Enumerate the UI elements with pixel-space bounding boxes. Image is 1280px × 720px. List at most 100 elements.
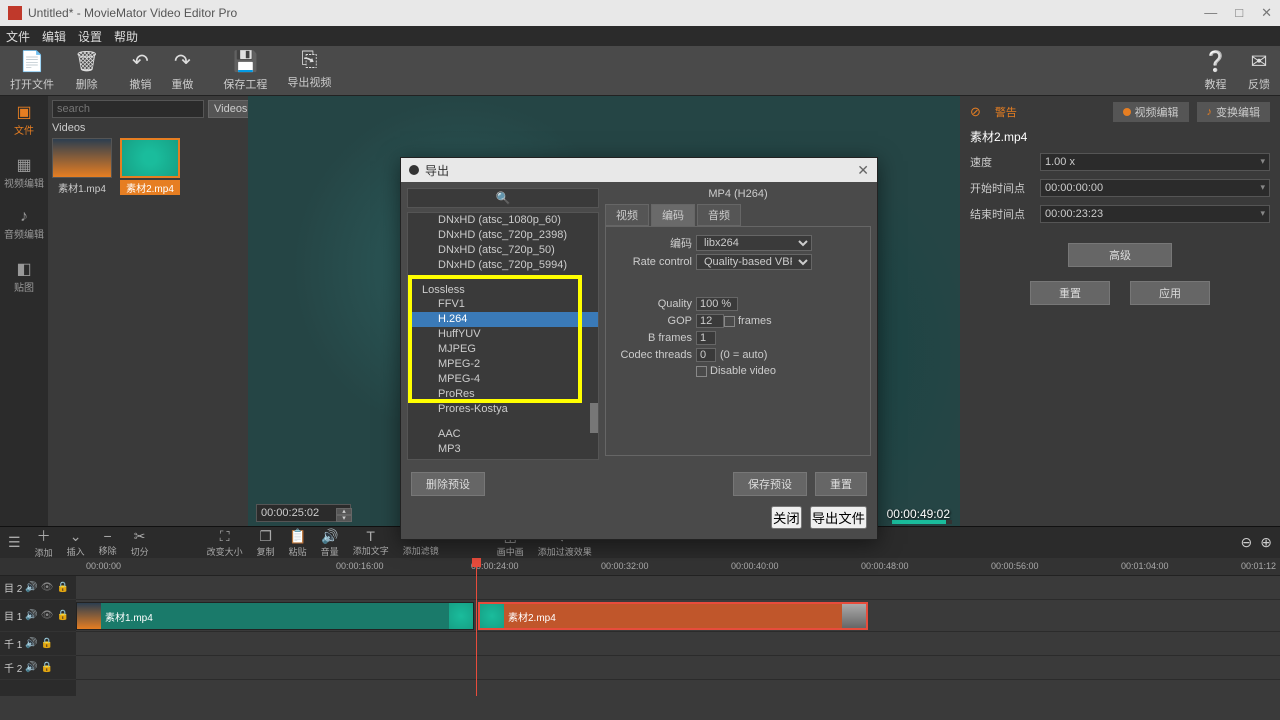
reset-button[interactable]: 重置 bbox=[1030, 281, 1110, 305]
track-v2[interactable] bbox=[76, 576, 1280, 600]
sidebar-tab-files[interactable]: ▣文件 bbox=[14, 102, 34, 137]
preset-item[interactable]: Ogg Vorbis bbox=[408, 457, 598, 460]
timecode-spinner[interactable]: ▴▾ bbox=[336, 508, 352, 522]
advanced-button[interactable]: 高级 bbox=[1068, 243, 1172, 267]
preset-item[interactable]: ProRes bbox=[408, 387, 598, 402]
minimize-button[interactable]: — bbox=[1204, 5, 1217, 21]
menu-edit[interactable]: 编辑 bbox=[42, 28, 66, 45]
maximize-button[interactable]: □ bbox=[1235, 5, 1243, 21]
speed-input[interactable]: 1.00 x bbox=[1040, 153, 1270, 171]
menu-settings[interactable]: 设置 bbox=[78, 28, 102, 45]
clip-2[interactable]: 素材2.mp4 bbox=[478, 602, 868, 630]
dialog-close-button[interactable]: ✕ bbox=[857, 162, 869, 179]
apply-button[interactable]: 应用 bbox=[1130, 281, 1210, 305]
threads-input[interactable] bbox=[696, 348, 716, 362]
preset-list[interactable]: DNxHD (atsc_1080p_60) DNxHD (atsc_720p_2… bbox=[407, 212, 599, 460]
timeline-ruler[interactable]: 00:00:00 00:00:16:00 00:00:24:00 00:00:3… bbox=[76, 558, 1280, 576]
props-tab-video[interactable]: 视频编辑 bbox=[1113, 102, 1189, 122]
timeline-split-button[interactable]: ✂切分 bbox=[131, 528, 149, 558]
dialog-close-button2[interactable]: 关闭 bbox=[771, 506, 802, 529]
sidebar-tab-audio[interactable]: ♪音频编辑 bbox=[4, 208, 44, 241]
gop-input[interactable] bbox=[696, 314, 724, 328]
track-a1[interactable] bbox=[76, 632, 1280, 656]
timeline-volume-button[interactable]: 🔊音量 bbox=[321, 528, 339, 558]
media-thumb-2[interactable]: 素材2.mp4 bbox=[120, 138, 180, 195]
menu-file[interactable]: 文件 bbox=[6, 28, 30, 45]
timeline-add-button[interactable]: ＋添加 bbox=[35, 526, 53, 559]
close-window-button[interactable]: ✕ bbox=[1261, 5, 1272, 21]
start-time-input[interactable]: 00:00:00:00 bbox=[1040, 179, 1270, 197]
preset-item[interactable]: MPEG-4 bbox=[408, 372, 598, 387]
preset-group-lossless[interactable]: Lossless bbox=[408, 283, 598, 297]
tutorial-button[interactable]: ❔教程 bbox=[1203, 49, 1228, 92]
timeline-menu-button[interactable]: ☰ bbox=[8, 534, 21, 551]
preset-item[interactable]: MPEG-2 bbox=[408, 357, 598, 372]
preset-item[interactable]: Prores-Kostya bbox=[408, 402, 598, 417]
redo-button[interactable]: ↷重做 bbox=[171, 49, 193, 92]
props-tab-params[interactable]: ♪变换编辑 bbox=[1197, 102, 1271, 122]
undo-button[interactable]: ↶撤销 bbox=[129, 49, 151, 92]
timeline-paste-button[interactable]: 📋粘贴 bbox=[289, 528, 307, 558]
bframes-input[interactable] bbox=[696, 331, 716, 345]
preset-item[interactable]: DNxHD (atsc_720p_2398) bbox=[408, 228, 598, 243]
clip-1[interactable]: 素材1.mp4 bbox=[76, 602, 474, 630]
preset-item[interactable]: MJPEG bbox=[408, 342, 598, 357]
preset-item[interactable]: MP3 bbox=[408, 442, 598, 457]
preset-item[interactable]: DNxHD (atsc_720p_5994) bbox=[408, 258, 598, 273]
track-a2[interactable] bbox=[76, 656, 1280, 680]
track-header-v1[interactable]: 目 1🔊👁🔒 bbox=[0, 600, 76, 632]
preset-search-input[interactable]: 🔍 bbox=[407, 188, 599, 208]
playhead[interactable] bbox=[476, 558, 477, 696]
feedback-button[interactable]: ✉反馈 bbox=[1248, 49, 1270, 92]
eye-icon: 👁 bbox=[41, 582, 54, 593]
timeline-resize-button[interactable]: ⛶改变大小 bbox=[207, 528, 243, 558]
media-search-input[interactable] bbox=[52, 100, 204, 118]
export-file-button[interactable]: 导出文件 bbox=[810, 506, 867, 529]
track-area[interactable]: 00:00:00 00:00:16:00 00:00:24:00 00:00:3… bbox=[76, 558, 1280, 696]
minus-icon: − bbox=[104, 528, 112, 544]
disable-video-checkbox[interactable] bbox=[696, 366, 707, 377]
dialog-reset-button[interactable]: 重置 bbox=[815, 472, 867, 496]
timeline-insert-button[interactable]: ⌄插入 bbox=[67, 528, 85, 558]
track-header-a2[interactable]: 千 2🔊🔒 bbox=[0, 656, 76, 680]
end-time-input[interactable]: 00:00:23:23 bbox=[1040, 205, 1270, 223]
media-thumb-1[interactable]: 素材1.mp4 bbox=[52, 138, 112, 195]
gop-checkbox[interactable] bbox=[724, 316, 735, 327]
timeline-text-button[interactable]: T添加文字 bbox=[353, 528, 389, 557]
codec-select[interactable]: libx264 bbox=[696, 235, 812, 251]
export-video-button[interactable]: ⎘导出视频 bbox=[287, 49, 331, 92]
zoom-out-button[interactable]: ⊖ bbox=[1241, 534, 1253, 551]
quality-input[interactable] bbox=[696, 297, 738, 311]
encode-tab-video[interactable]: 视频 bbox=[605, 204, 649, 226]
save-project-button[interactable]: 💾保存工程 bbox=[223, 49, 267, 92]
timeline-copy-button[interactable]: ❐复制 bbox=[257, 528, 275, 558]
encode-tab-encode[interactable]: 编码 bbox=[651, 204, 695, 226]
open-file-button[interactable]: 📄打开文件 bbox=[10, 49, 54, 92]
preset-item[interactable]: AAC bbox=[408, 427, 598, 442]
rate-control-select[interactable]: Quality-based VBR bbox=[696, 254, 812, 270]
rate-control-label: Rate control bbox=[614, 256, 692, 268]
preview-progress-bar[interactable] bbox=[892, 520, 952, 524]
track-header-v2[interactable]: 目 2🔊👁🔒 bbox=[0, 576, 76, 600]
track-header-a1[interactable]: 千 1🔊🔒 bbox=[0, 632, 76, 656]
preset-item[interactable]: DNxHD (atsc_1080p_60) bbox=[408, 213, 598, 228]
preset-item[interactable]: DNxHD (atsc_720p_50) bbox=[408, 243, 598, 258]
sidebar-tab-sticker[interactable]: ◧贴图 bbox=[14, 259, 34, 294]
sidebar-tab-video[interactable]: ▦视频编辑 bbox=[4, 155, 44, 190]
encode-tab-audio[interactable]: 音频 bbox=[697, 204, 741, 226]
video-icon: ▦ bbox=[16, 155, 31, 175]
track-v1[interactable]: 素材1.mp4 素材2.mp4 bbox=[76, 600, 1280, 632]
preset-item[interactable]: FFV1 bbox=[408, 297, 598, 312]
save-preset-button[interactable]: 保存预设 bbox=[733, 472, 807, 496]
preset-item-selected[interactable]: H.264 bbox=[408, 312, 598, 327]
delete-button[interactable]: 🗑删除 bbox=[74, 49, 99, 92]
preset-item[interactable]: HuffYUV bbox=[408, 327, 598, 342]
menu-help[interactable]: 帮助 bbox=[114, 28, 138, 45]
preset-scrollbar[interactable] bbox=[590, 403, 598, 433]
delete-preset-button[interactable]: 删除预设 bbox=[411, 472, 485, 496]
dialog-titlebar[interactable]: 导出 ✕ bbox=[401, 158, 877, 182]
media-section-label: Videos bbox=[52, 122, 244, 134]
warning-label: 警告 bbox=[995, 104, 1017, 120]
zoom-in-button[interactable]: ⊕ bbox=[1260, 534, 1272, 551]
timeline-remove-button[interactable]: −移除 bbox=[99, 528, 117, 557]
